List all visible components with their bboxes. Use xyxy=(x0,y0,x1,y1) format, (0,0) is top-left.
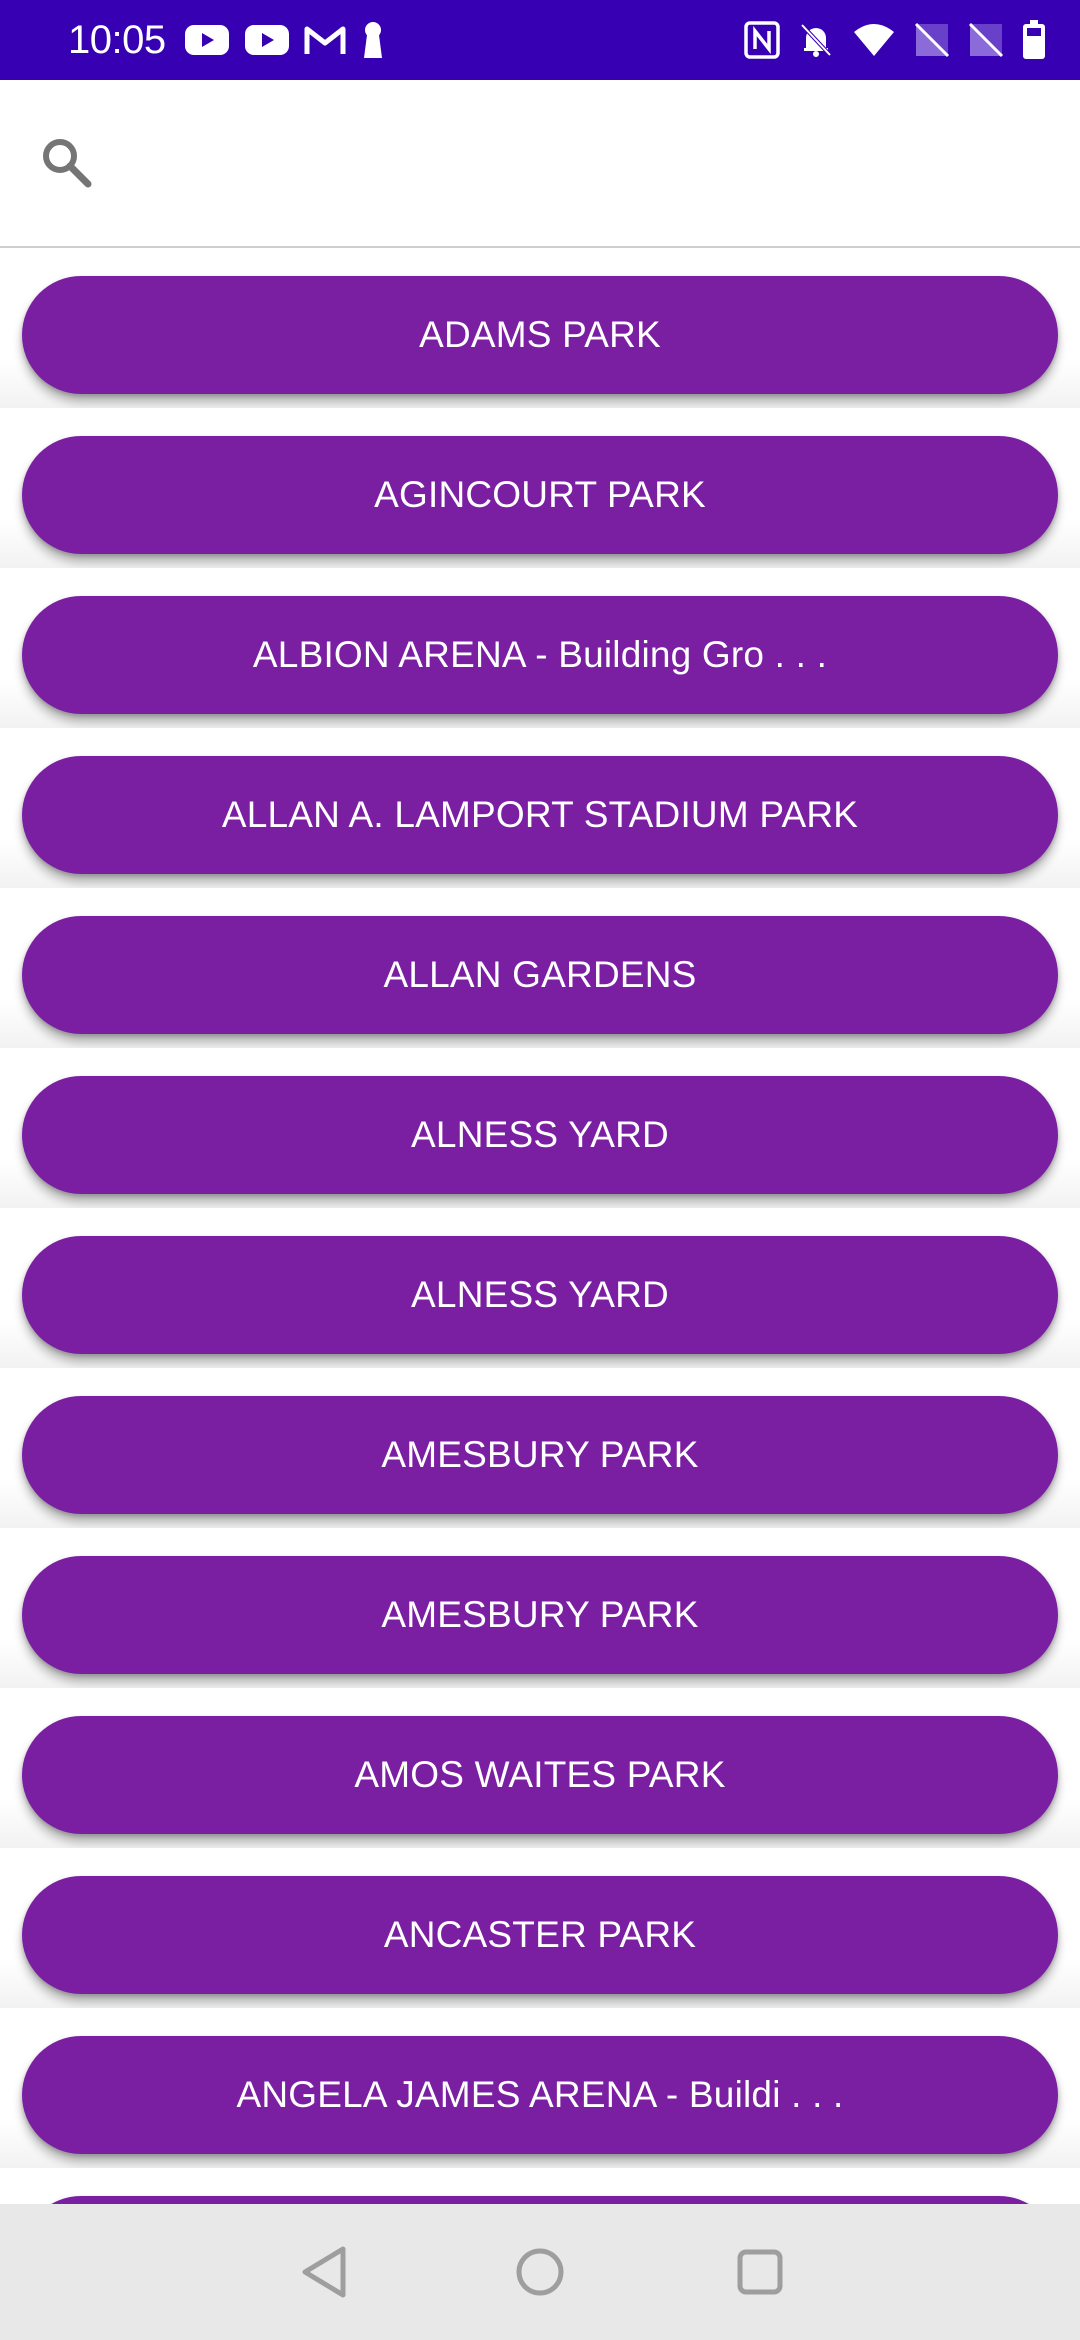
park-button[interactable]: AGINCOURT PARK xyxy=(22,436,1058,554)
search-icon[interactable] xyxy=(38,134,94,190)
list-item: ANGELA JAMES ARENA - Buildi . . . xyxy=(0,2008,1080,2168)
list-item: ALNESS YARD xyxy=(0,1208,1080,1368)
park-button[interactable]: ALLAN GARDENS xyxy=(22,916,1058,1034)
wifi-icon xyxy=(854,24,894,56)
list-item: AMESBURY PARK xyxy=(0,1528,1080,1688)
list-item: ALLAN GARDENS xyxy=(0,888,1080,1048)
park-button[interactable]: ADAMS PARK xyxy=(22,276,1058,394)
park-button[interactable]: ALBION ARENA - Building Gro . . . xyxy=(22,596,1058,714)
park-button[interactable]: ANCASTER PARK xyxy=(22,1876,1058,1994)
list-item: AGINCOURT PARK xyxy=(0,408,1080,568)
list-item: ALBION ARENA - Building Gro . . . xyxy=(0,568,1080,728)
park-button[interactable]: AMESBURY PARK xyxy=(22,1396,1058,1514)
status-left-icons xyxy=(184,20,386,60)
youtube-icon xyxy=(185,25,229,55)
no-sim-icon xyxy=(914,22,950,58)
navigation-bar xyxy=(0,2204,1080,2340)
status-right-icons xyxy=(744,18,1046,62)
screen: 10:05 ADAMS PARK AGINCOURT PARK ALBION A… xyxy=(0,0,1080,2340)
status-bar: 10:05 xyxy=(0,0,1080,80)
list-item: ADAMS PARK xyxy=(0,248,1080,408)
park-button[interactable]: ALNESS YARD xyxy=(22,1236,1058,1354)
back-button[interactable] xyxy=(292,2240,356,2304)
park-button[interactable]: ANGELA JAMES ARENA - Buildi . . . xyxy=(22,2036,1058,2154)
park-button[interactable] xyxy=(22,2196,1058,2204)
list-item: ANCASTER PARK xyxy=(0,1848,1080,2008)
list-item: AMOS WAITES PARK xyxy=(0,1688,1080,1848)
park-button[interactable]: AMOS WAITES PARK xyxy=(22,1716,1058,1834)
back-icon xyxy=(302,2246,346,2298)
home-button[interactable] xyxy=(508,2240,572,2304)
search-bar xyxy=(0,80,1080,248)
home-icon xyxy=(516,2248,564,2296)
battery-icon xyxy=(1023,20,1045,59)
search-input[interactable] xyxy=(120,124,1044,206)
notifications-off-icon xyxy=(800,23,832,57)
no-sim-icon xyxy=(968,22,1004,58)
nfc-icon xyxy=(744,21,780,59)
park-button[interactable]: ALNESS YARD xyxy=(22,1076,1058,1194)
list-item: ALLAN A. LAMPORT STADIUM PARK xyxy=(0,728,1080,888)
gmail-icon xyxy=(304,26,346,54)
youtube-icon xyxy=(245,25,289,55)
park-list[interactable]: ADAMS PARK AGINCOURT PARK ALBION ARENA -… xyxy=(0,248,1080,2204)
list-item: ALNESS YARD xyxy=(0,1048,1080,1208)
list-item xyxy=(0,2168,1080,2204)
recents-button[interactable] xyxy=(728,2240,792,2304)
park-button[interactable]: ALLAN A. LAMPORT STADIUM PARK xyxy=(22,756,1058,874)
keyhole-icon xyxy=(364,22,382,58)
list-item: AMESBURY PARK xyxy=(0,1368,1080,1528)
recents-icon xyxy=(737,2249,783,2295)
park-button[interactable]: AMESBURY PARK xyxy=(22,1556,1058,1674)
status-time: 10:05 xyxy=(68,18,166,62)
